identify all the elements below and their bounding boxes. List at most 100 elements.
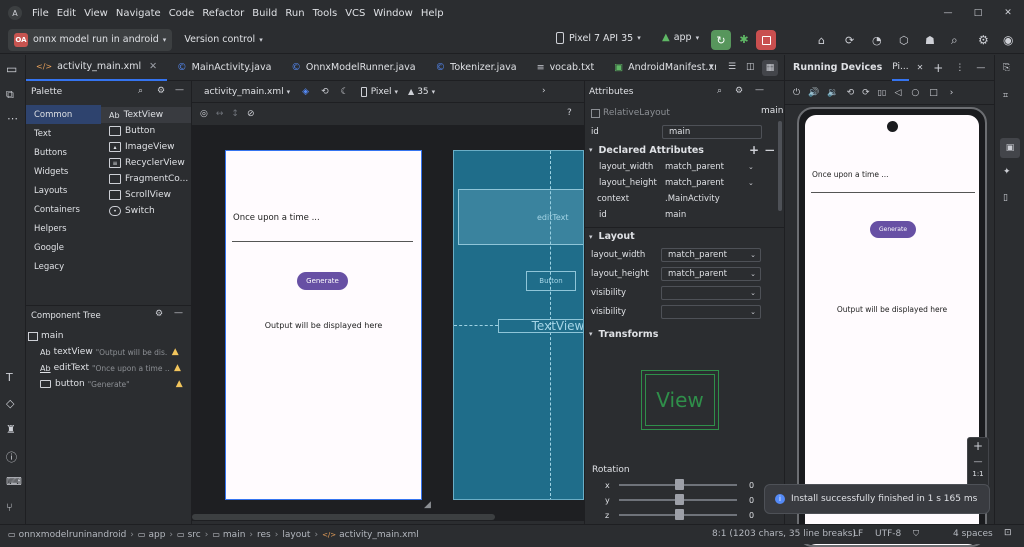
zoom-out-icon[interactable]: — — [968, 454, 988, 470]
menu-navigate[interactable]: Navigate — [116, 8, 161, 19]
tab-main-activity[interactable]: © MainActivity.java — [167, 55, 281, 81]
palette-item-recyclerview[interactable]: ≡ RecyclerView — [101, 155, 191, 171]
install-notification[interactable]: i Install successfully finished in 1 s 1… — [764, 484, 990, 514]
menu-refactor[interactable]: Refactor — [202, 8, 244, 19]
device-preview-selector[interactable]: Pixel ▾ — [360, 86, 398, 97]
stop-icon[interactable] — [756, 30, 776, 50]
palette-category-containers[interactable]: Containers — [26, 200, 101, 219]
search-icon[interactable]: ⌕ — [138, 86, 143, 96]
fold-icon[interactable]: ▯▯ — [878, 88, 887, 97]
breadcrumb-item[interactable]: activity_main.xml — [339, 530, 419, 540]
palette-item-switch[interactable]: • Switch — [101, 203, 191, 219]
split-view-icon[interactable]: ◫ — [746, 62, 755, 72]
palette-category-text[interactable]: Text — [26, 124, 101, 143]
rotation-value[interactable]: 0 — [749, 481, 754, 490]
minimize-panel-icon[interactable]: — — [174, 308, 183, 318]
tab-tokenizer[interactable]: © Tokenizer.java — [426, 55, 527, 81]
file-encoding[interactable]: UTF-8 — [875, 529, 901, 539]
palette-item-imageview[interactable]: ▴ ImageView — [101, 139, 191, 155]
palette-item-scrollview[interactable]: ScrollView — [101, 187, 191, 203]
design-view-icon[interactable]: ▦ — [762, 60, 778, 76]
menu-help[interactable]: Help — [421, 8, 444, 19]
maximize-window-icon[interactable]: □ — [972, 7, 984, 19]
chevron-down-icon[interactable]: ⌄ — [748, 179, 754, 187]
account-icon[interactable]: ◉ — [1003, 33, 1013, 47]
menu-file[interactable]: File — [32, 8, 49, 19]
breadcrumb-item[interactable]: main — [223, 530, 246, 540]
api-level-selector[interactable]: ▲ 35 ▾ — [408, 87, 435, 97]
help-icon[interactable]: ? — [567, 108, 572, 118]
vertical-margin-icon[interactable]: ↕ — [231, 109, 239, 119]
tab-activity-main[interactable]: </> activity_main.xml ✕ — [26, 54, 168, 81]
menu-build[interactable]: Build — [252, 8, 277, 19]
minimize-panel-icon[interactable]: — — [976, 63, 985, 73]
palette-category-legacy[interactable]: Legacy — [26, 257, 101, 276]
tab-list-icon[interactable]: ▾ — [709, 62, 714, 72]
volume-down-icon[interactable]: 🔉 — [827, 88, 838, 98]
breadcrumb-item[interactable]: res — [257, 530, 271, 540]
tab-vocab[interactable]: ≡ vocab.txt — [527, 55, 605, 81]
search-icon[interactable]: ⌕ — [717, 86, 722, 96]
night-mode-icon[interactable]: ☾ — [341, 87, 349, 97]
power-icon[interactable]: ⏻ — [793, 88, 800, 98]
rotate-right-icon[interactable]: ⟳ — [862, 88, 870, 98]
home-icon[interactable]: ○ — [911, 88, 919, 98]
breadcrumb-item[interactable]: src — [188, 530, 201, 540]
overview-icon[interactable]: □ — [929, 88, 938, 98]
readonly-toggle-icon[interactable]: ⛉ — [913, 529, 919, 539]
transforms-section-header[interactable]: ▾ Transforms — [585, 325, 784, 343]
eye-icon[interactable]: ◎ — [200, 109, 208, 119]
zoom-ratio-label[interactable]: 1:1 — [968, 470, 988, 484]
rotation-value[interactable]: 0 — [749, 511, 754, 520]
layout-file-selector[interactable]: activity_main.xml ▾ — [204, 87, 290, 97]
menu-tools[interactable]: Tools — [313, 8, 338, 19]
menu-window[interactable]: Window — [373, 8, 412, 19]
horizontal-scrollbar[interactable] — [192, 514, 495, 520]
breadcrumb-item[interactable]: layout — [282, 530, 310, 540]
blueprint-screen[interactable]: editText Button TextView — [453, 150, 584, 500]
palette-category-buttons[interactable]: Buttons — [26, 143, 101, 162]
device-manager-icon[interactable]: ⌂ — [818, 34, 825, 47]
project-selector[interactable]: OA onnx model run in android ▾ — [8, 28, 173, 51]
vcs-selector[interactable]: Version control ▾ — [184, 34, 262, 45]
running-devices-icon[interactable]: ▣ — [1000, 138, 1020, 158]
project-folder-icon[interactable]: ▭ — [6, 62, 17, 76]
gradle-icon[interactable]: ⌗ — [1003, 91, 1008, 101]
palette-item-button[interactable]: Button — [101, 123, 191, 139]
settings-gear-icon[interactable]: ⚙ — [978, 33, 989, 47]
menu-run[interactable]: Run — [285, 8, 304, 19]
breadcrumb-item[interactable]: app — [148, 530, 165, 540]
more-icon[interactable]: ⋯ — [7, 112, 18, 125]
rotation-value[interactable]: 0 — [749, 496, 754, 505]
tree-node-textview[interactable]: Ab textView "Output will be dis..." ▲ — [26, 344, 191, 360]
warning-icon[interactable]: ▲ — [172, 347, 179, 357]
rotation-z-slider[interactable] — [619, 509, 737, 520]
declared-attributes-header[interactable]: ▾ Declared Attributes + — — [585, 141, 784, 159]
preview-generate-button[interactable]: Generate — [297, 272, 348, 290]
device-file-explorer-icon[interactable]: ▯ — [1003, 193, 1008, 203]
add-icon[interactable]: + — [749, 143, 759, 157]
visibility-select[interactable]: ⌄ — [661, 285, 761, 300]
palette-item-fragment[interactable]: FragmentCo... — [101, 171, 191, 187]
palette-category-common[interactable]: Common — [26, 105, 101, 124]
volume-up-icon[interactable]: 🔊 — [808, 88, 819, 98]
rerun-icon[interactable]: ↻ — [711, 30, 731, 50]
phone-edittext[interactable]: Once upon a time ... — [811, 167, 975, 193]
remove-icon[interactable]: — — [765, 145, 775, 156]
close-tab-icon[interactable]: ✕ — [917, 63, 924, 72]
warning-icon[interactable]: ▲ — [176, 379, 183, 389]
zoom-in-icon[interactable]: + — [968, 438, 988, 454]
palette-category-google[interactable]: Google — [26, 238, 101, 257]
minimize-panel-icon[interactable]: — — [175, 85, 184, 95]
profiler-icon[interactable]: ◔ — [872, 34, 882, 47]
breadcrumb-item[interactable]: onnxmodelruninandroid — [19, 530, 127, 540]
emulator-screen[interactable]: Once upon a time ... Generate Output wil… — [805, 115, 979, 545]
horizontal-margin-icon[interactable]: ↔ — [216, 109, 224, 119]
attr-value[interactable]: .MainActivity — [665, 194, 720, 204]
chevron-right-icon[interactable]: › — [950, 88, 954, 98]
palette-category-helpers[interactable]: Helpers — [26, 219, 101, 238]
tools-visibility-select[interactable]: ⌄ — [661, 304, 761, 319]
layout-height-select[interactable]: match_parent ⌄ — [661, 266, 761, 281]
menu-edit[interactable]: Edit — [57, 8, 76, 19]
device-tab[interactable]: Pi... — [892, 55, 909, 81]
